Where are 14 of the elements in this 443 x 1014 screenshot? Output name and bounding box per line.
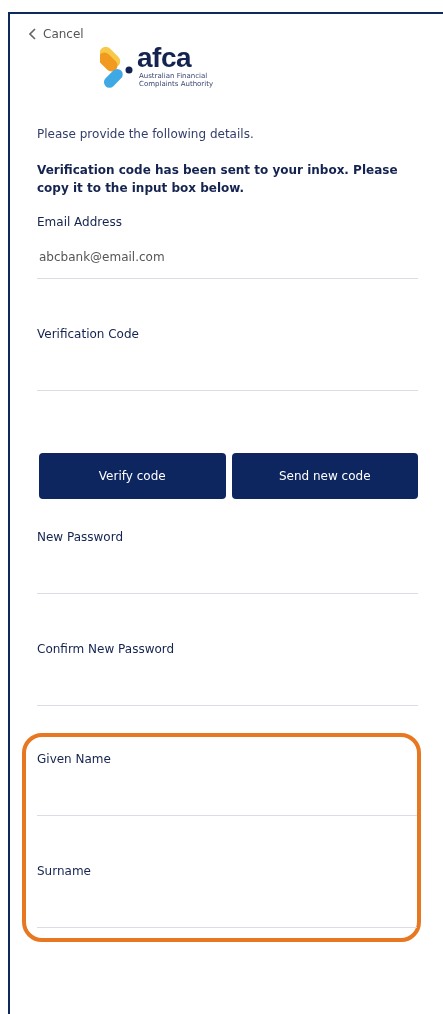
field-label: New Password xyxy=(37,529,125,546)
intro-text: Please provide the following details. xyxy=(37,127,255,141)
cancel-link[interactable]: Cancel xyxy=(29,27,84,41)
verify-button[interactable]: Verify code xyxy=(39,453,226,499)
chevron-left-icon xyxy=(29,28,37,40)
input-field[interactable]: abcbank@email.com xyxy=(37,235,418,279)
field-label: Verification Code xyxy=(37,326,140,343)
field-label: Email Address xyxy=(37,214,123,231)
field-label: Surname xyxy=(37,863,92,880)
send-code-button[interactable]: Send new code xyxy=(231,453,418,499)
logo-wordmark: afca xyxy=(137,44,193,72)
notice-text: Verification code has been sent to your inbox. Please copy it to the input box below. xyxy=(37,162,399,197)
field-label: Given Name xyxy=(37,751,112,768)
field-label: Confirm New Password xyxy=(37,641,176,658)
